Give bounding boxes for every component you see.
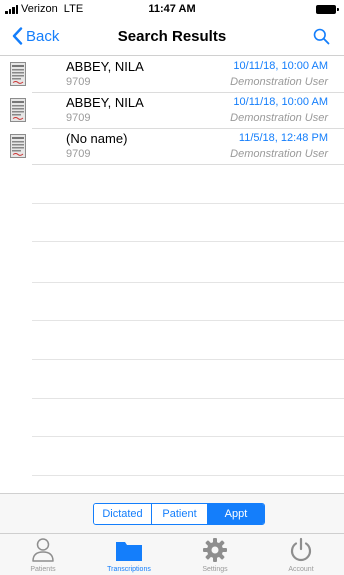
tab-label: Transcriptions xyxy=(107,566,151,573)
segment-dictated[interactable]: Dictated xyxy=(94,504,151,524)
divider xyxy=(32,320,344,321)
chevron-left-icon xyxy=(12,27,23,45)
tab-label: Account xyxy=(288,566,314,573)
tab-patients[interactable]: Patients xyxy=(0,534,86,575)
segment-patient[interactable]: Patient xyxy=(151,504,207,524)
search-button[interactable] xyxy=(313,28,330,50)
patient-name: ABBEY, NILA xyxy=(66,95,144,110)
status-bar: Verizon LTE 11:47 AM xyxy=(0,0,344,20)
filter-segmented-control: Dictated Patient Appt xyxy=(93,503,265,525)
tab-label: Patients xyxy=(30,566,56,573)
document-icon xyxy=(10,134,26,158)
result-user: Demonstration User xyxy=(230,148,328,160)
patient-id: 9709 xyxy=(66,112,91,124)
divider xyxy=(32,475,344,476)
result-date: 10/11/18, 10:00 AM xyxy=(233,60,328,72)
status-time: 11:47 AM xyxy=(148,3,196,15)
patient-id: 9709 xyxy=(66,148,91,160)
list-item[interactable]: (No name) 9709 11/5/18, 12:48 PM Demonst… xyxy=(0,129,344,165)
patient-name: (No name) xyxy=(66,131,128,146)
results-list: ABBEY, NILA 9709 10/11/18, 10:00 AM Demo… xyxy=(0,57,344,165)
result-date: 10/11/18, 10:00 AM xyxy=(233,96,328,108)
back-button[interactable]: Back xyxy=(12,27,59,45)
document-icon xyxy=(10,62,26,86)
divider xyxy=(32,203,344,204)
tab-account[interactable]: Account xyxy=(258,534,344,575)
battery-icon xyxy=(316,5,339,14)
patient-id: 9709 xyxy=(66,76,91,88)
divider xyxy=(32,436,344,437)
divider xyxy=(32,241,344,242)
gear-icon xyxy=(203,538,227,562)
result-user: Demonstration User xyxy=(230,76,328,88)
segment-appt[interactable]: Appt xyxy=(207,504,264,524)
divider xyxy=(32,282,344,283)
tab-label: Settings xyxy=(202,566,228,573)
tab-transcriptions[interactable]: Transcriptions xyxy=(86,534,172,575)
folder-icon xyxy=(116,542,142,561)
list-item[interactable]: ABBEY, NILA 9709 10/11/18, 10:00 AM Demo… xyxy=(0,93,344,129)
filter-bar: Dictated Patient Appt xyxy=(0,493,344,533)
person-icon xyxy=(32,538,54,562)
result-date: 11/5/18, 12:48 PM xyxy=(238,132,328,144)
divider xyxy=(32,398,344,399)
search-icon xyxy=(313,28,330,45)
list-item[interactable]: ABBEY, NILA 9709 10/11/18, 10:00 AM Demo… xyxy=(0,57,344,93)
document-icon xyxy=(10,98,26,122)
patient-name: ABBEY, NILA xyxy=(66,59,144,74)
power-icon xyxy=(290,537,312,562)
divider xyxy=(32,359,344,360)
navigation-bar: Back Search Results xyxy=(0,20,344,56)
tab-bar: Patients Transcriptions Settings Account xyxy=(0,533,344,575)
result-user: Demonstration User xyxy=(230,112,328,124)
back-label: Back xyxy=(26,27,60,45)
tab-settings[interactable]: Settings xyxy=(172,534,258,575)
